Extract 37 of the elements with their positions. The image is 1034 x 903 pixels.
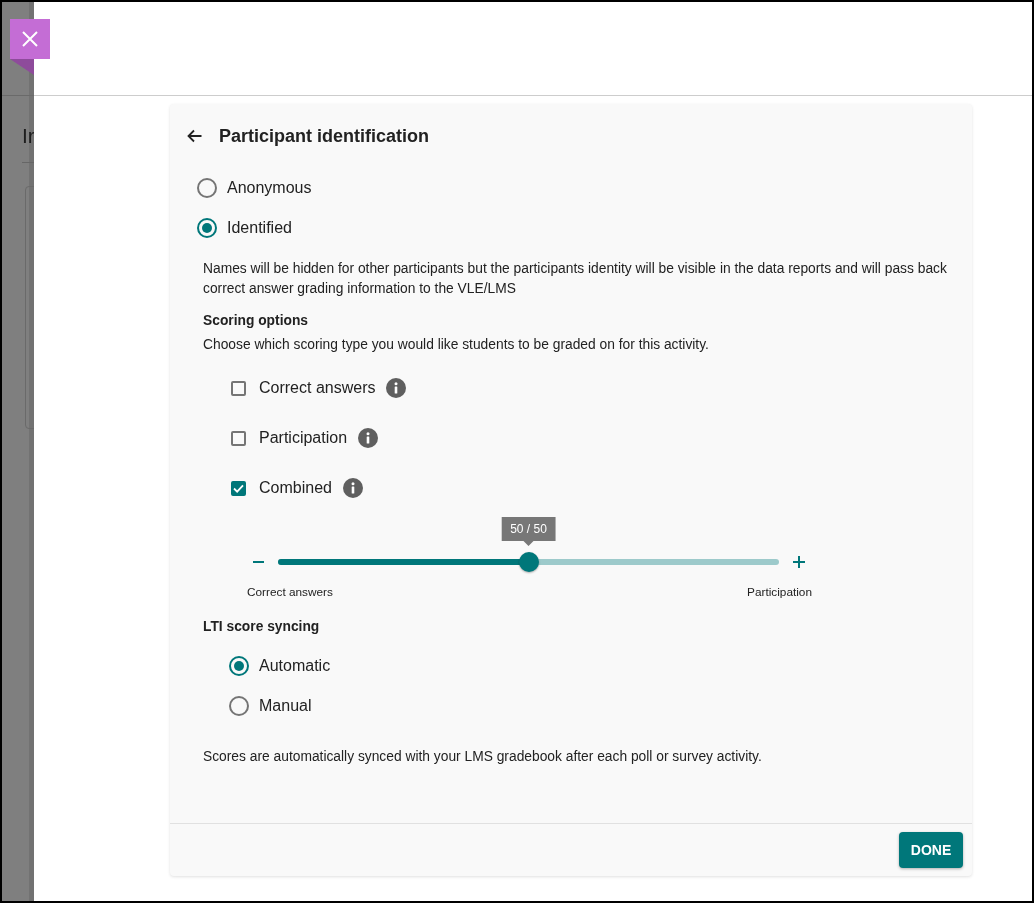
slider-track[interactable] <box>278 552 779 572</box>
plus-icon[interactable] <box>793 556 805 568</box>
radio-label[interactable]: Automatic <box>259 656 331 676</box>
section-heading: LTI score syncing <box>203 618 320 636</box>
close-icon <box>22 31 38 47</box>
slider-handle[interactable] <box>518 552 539 572</box>
checkbox-label[interactable]: Combined <box>259 478 332 498</box>
background-heading: Ir <box>22 124 34 147</box>
slider-max-label: Participation <box>747 584 812 600</box>
instruction-text: Choose which scoring type you would like students to be graded on for this activity. <box>203 336 709 354</box>
radio-label[interactable]: Anonymous <box>227 178 312 198</box>
checkbox[interactable] <box>231 480 246 496</box>
section-heading: Scoring options <box>203 312 308 330</box>
radio-label[interactable]: Identified <box>227 218 292 238</box>
radio-button[interactable] <box>197 178 217 198</box>
description-text: Names will be hidden for other participants but the participants identity will be visible in the data reports and will pass back correct answer grading information to the VLE/LMS <box>203 260 948 298</box>
radio-button[interactable] <box>197 218 217 238</box>
info-icon[interactable] <box>386 378 407 398</box>
arrow-left-icon <box>186 129 203 143</box>
info-icon[interactable] <box>358 428 379 448</box>
corner-fold-drawing <box>10 59 34 75</box>
info-icon[interactable] <box>342 478 363 498</box>
back-button[interactable] <box>186 129 203 143</box>
checkbox-label[interactable]: Participation <box>259 428 348 448</box>
checkbox-label[interactable]: Correct answers <box>259 378 376 398</box>
close-button[interactable] <box>10 19 50 59</box>
value-tooltip: 50 / 50 <box>501 517 556 546</box>
checkmark-icon <box>233 483 244 493</box>
slider-min-label: Correct answers <box>247 584 333 600</box>
radio-label[interactable]: Manual <box>259 696 312 716</box>
done-button[interactable]: DONE <box>899 832 963 868</box>
panel-title: Participant identification <box>219 125 430 148</box>
radio-button[interactable] <box>229 696 249 716</box>
checkbox[interactable] <box>231 380 246 396</box>
radio-button[interactable] <box>229 656 249 676</box>
checkbox[interactable] <box>231 430 246 446</box>
note-text: Scores are automatically synced with your LMS gradebook after each poll or survey activity. <box>203 748 762 766</box>
